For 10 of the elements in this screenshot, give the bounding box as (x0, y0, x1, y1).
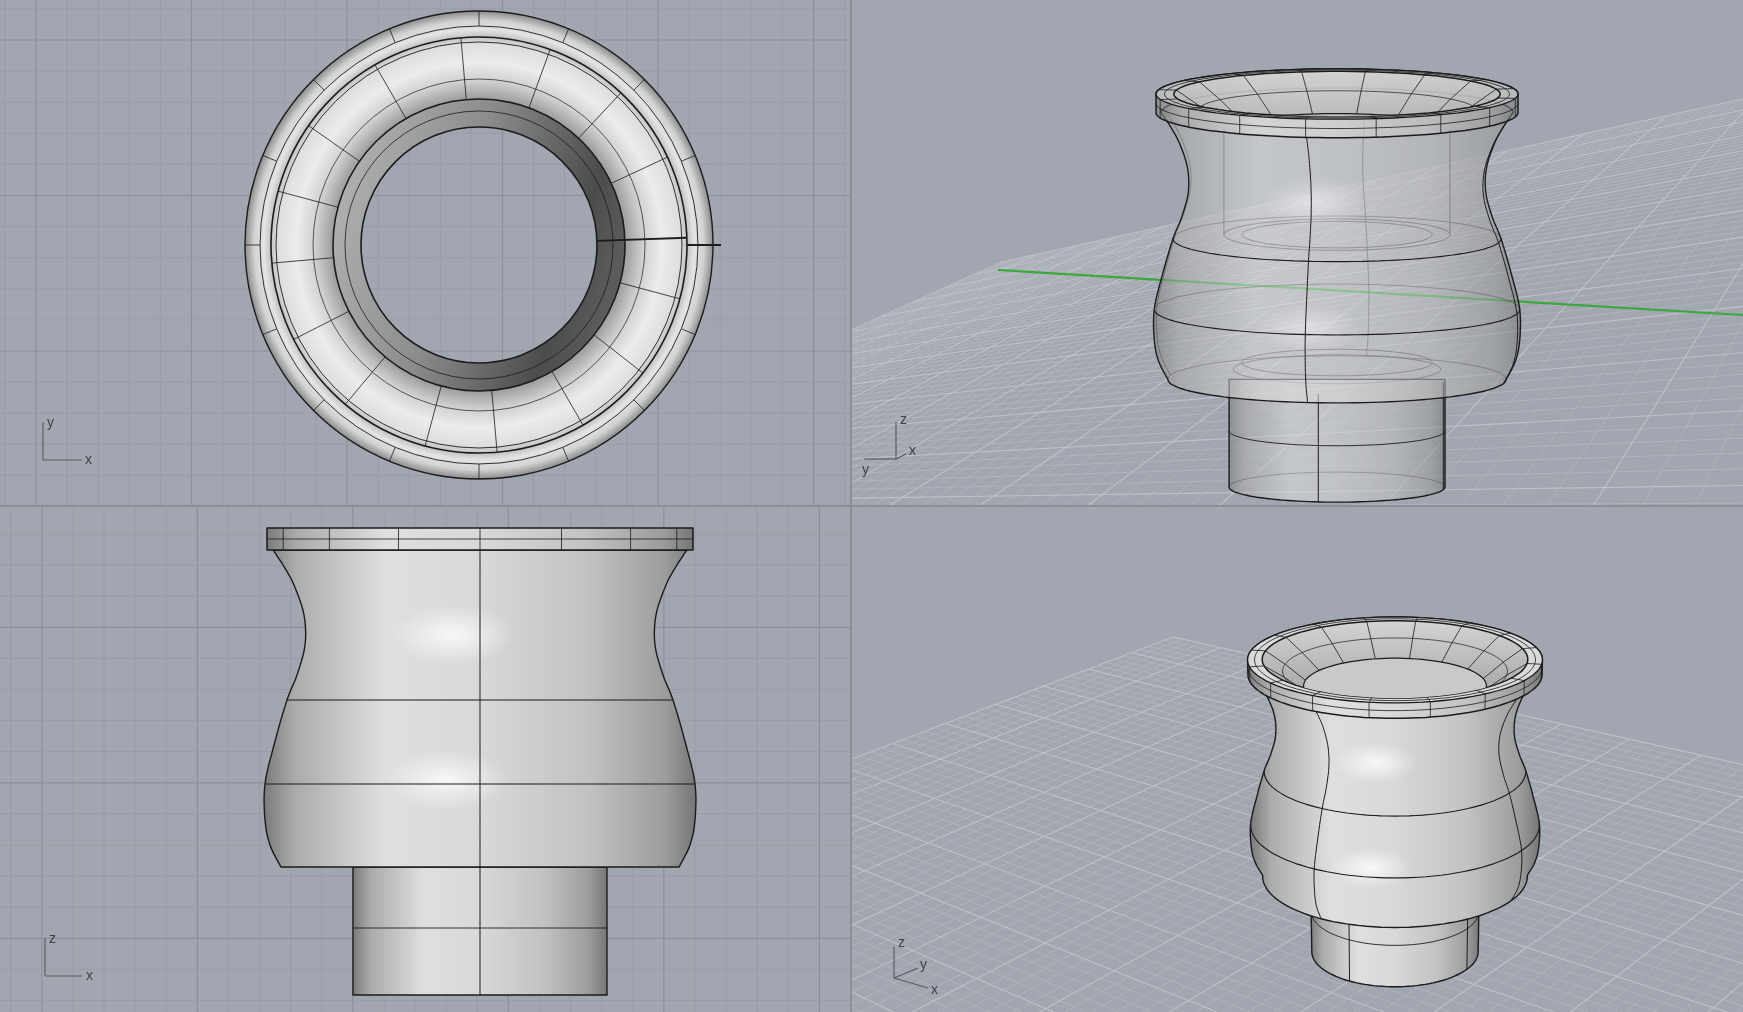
axis-label: x (931, 981, 938, 997)
axis-label: y (47, 414, 54, 430)
axis-label: x (85, 451, 92, 467)
axis-label: x (86, 967, 93, 983)
axis-label: z (49, 930, 56, 946)
axis-label: y (862, 461, 869, 477)
axis-label: y (920, 956, 927, 972)
axis-label: z (900, 411, 907, 427)
axis-label: x (909, 442, 916, 458)
axis-label: z (898, 934, 905, 950)
